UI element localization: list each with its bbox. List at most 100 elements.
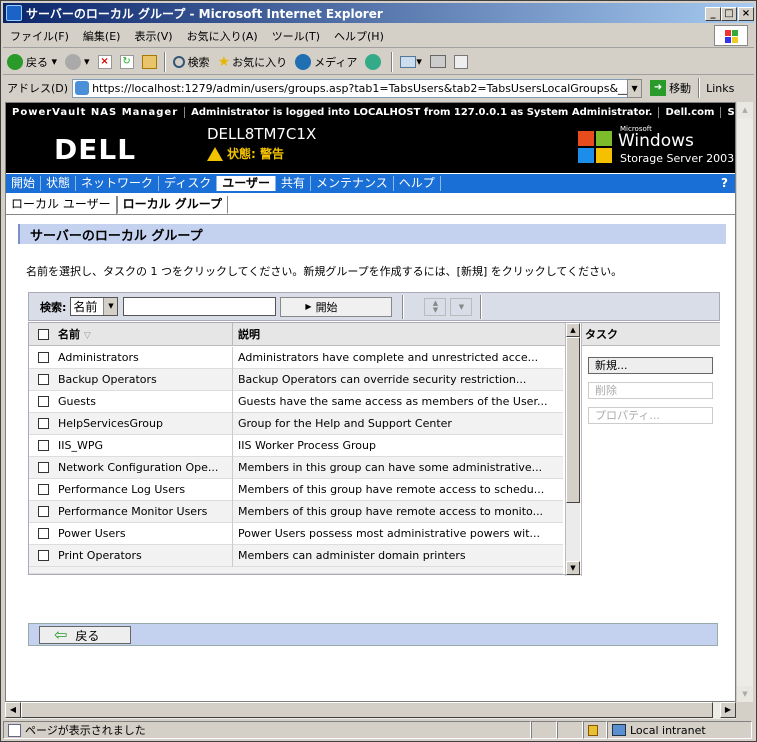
row-checkbox[interactable] [38,506,49,517]
menu-edit[interactable]: 編集(E) [76,28,128,44]
minimize-button[interactable]: _ [705,7,721,21]
table-row[interactable]: Administrators Administrators have comple… [29,346,563,369]
group-name[interactable]: Performance Monitor Users [58,500,233,523]
tab-users[interactable]: ユーザー [217,176,276,191]
table-row[interactable]: Power Users Power Users possess most admi… [29,522,563,545]
tab-disk[interactable]: ディスク [159,176,218,191]
search-input[interactable] [123,297,277,316]
row-checkbox[interactable] [38,484,49,495]
scroll-up-icon[interactable]: ▲ [566,323,580,337]
task-pane: タスク 新規... 削除 プロパティ... [581,323,720,576]
sort-down-button[interactable]: ▼ [450,297,473,316]
mail-button[interactable]: ▾ [396,51,426,73]
scroll-left-icon[interactable]: ◀ [5,702,21,718]
subtab-local-users[interactable]: ローカル ユーザー [6,196,117,214]
links-button[interactable]: Links [703,82,737,95]
table-row[interactable]: Network Configuration Ope... Members in t… [29,456,563,479]
table-row[interactable]: Print Operators Members can administer do… [29,544,563,567]
group-name[interactable]: Print Operators [58,544,233,567]
stop-button[interactable]: × [94,51,116,73]
column-header-name[interactable]: 名前 ▽ [58,322,233,346]
group-name[interactable]: Power Users [58,522,233,545]
close-button[interactable]: × [738,7,754,21]
table-header: 名前 ▽ 説明 [29,322,565,346]
group-name[interactable]: Performance Log Users [58,478,233,501]
tab-shares[interactable]: 共有 [276,176,311,191]
help-button[interactable]: ? [716,176,733,191]
table-row[interactable]: Performance Monitor Users Members of this… [29,500,563,523]
scroll-up-icon[interactable]: ▲ [737,102,753,118]
group-name[interactable]: Administrators [58,346,233,369]
group-name[interactable]: Network Configuration Ope... [58,456,233,479]
sort-up-button[interactable]: ▲ ▼ [424,297,447,316]
search-start-button[interactable]: ▶ 開始 [280,296,393,317]
forward-nav-button[interactable]: ▾ [61,51,94,73]
address-input[interactable]: https://localhost:1279/admin/users/group… [72,78,643,98]
row-checkbox[interactable] [38,418,49,429]
menu-view[interactable]: 表示(V) [127,28,179,44]
tab-network[interactable]: ネットワーク [76,176,160,191]
row-checkbox[interactable] [38,352,49,363]
scroll-right-icon[interactable]: ▶ [720,702,736,718]
tab-maintenance[interactable]: メンテナンス [311,176,394,191]
menu-file[interactable]: ファイル(F) [3,28,76,44]
media-button[interactable]: メディア [291,51,361,73]
favorites-button[interactable]: ★ お気に入り [214,51,292,73]
tab-start[interactable]: 開始 [6,176,42,191]
page-horizontal-scrollbar[interactable]: ◀ ▶ [5,702,736,719]
dell-com-link[interactable]: Dell.com [659,106,722,118]
search-field-select[interactable]: 名前 ▼ [70,297,119,316]
row-checkbox[interactable] [38,440,49,451]
search-button[interactable]: 検索 [169,51,214,73]
menu-tools[interactable]: ツール(T) [265,28,327,44]
address-bar: アドレス(D) https://localhost:1279/admin/use… [3,76,754,100]
home-button[interactable] [138,51,161,73]
scroll-down-icon[interactable]: ▼ [737,686,753,702]
properties-button[interactable]: プロパティ... [588,407,713,424]
group-name[interactable]: IIS_WPG [58,434,233,457]
page-vertical-scrollbar[interactable]: ▲ ▼ [736,102,753,702]
horizontal-scroll-thumb[interactable] [21,702,713,718]
select-all-checkbox[interactable] [38,328,49,340]
new-group-button[interactable]: 新規... [588,357,713,374]
table-row[interactable]: Backup Operators Backup Operators can ove… [29,368,563,391]
group-name[interactable]: Guests [58,390,233,413]
history-button[interactable] [361,51,388,73]
back-button[interactable]: ⇦ 戻る [39,626,131,644]
menu-favorites[interactable]: お気に入り(A) [180,28,265,44]
forward-arrow-icon [65,53,82,70]
table-row[interactable]: HelpServicesGroup Group for the Help and … [29,412,563,435]
scroll-thumb[interactable] [566,337,580,503]
table-scrollbar[interactable]: ▲ ▼ [565,323,580,576]
group-name[interactable]: Backup Operators [58,368,233,391]
maximize-button[interactable]: □ [721,7,737,21]
refresh-button[interactable]: ↻ [116,51,138,73]
table-row[interactable] [29,567,563,574]
dell-logo: DELL [54,133,137,166]
address-label: アドレス(D) [7,82,69,95]
table-row[interactable]: Guests Guests have the same access as mem… [29,390,563,413]
subtab-local-groups[interactable]: ローカル グループ [116,196,229,214]
row-checkbox[interactable] [38,374,49,385]
row-checkbox[interactable] [38,528,49,539]
row-checkbox[interactable] [38,462,49,473]
support-dell-link[interactable]: Support.Dell [721,107,735,118]
row-checkbox[interactable] [38,396,49,407]
edit-button[interactable] [450,51,472,73]
go-button[interactable]: ➜ 移動 [646,77,695,99]
row-checkbox[interactable] [38,550,49,561]
delete-group-button[interactable]: 削除 [588,382,713,399]
menu-bar: ファイル(F) 編集(E) 表示(V) お気に入り(A) ツール(T) ヘルプ(… [3,24,754,48]
table-row[interactable]: IIS_WPG IIS Worker Process Group [29,434,563,457]
print-button[interactable] [426,51,450,73]
group-name[interactable]: HelpServicesGroup [58,412,233,435]
tab-help[interactable]: ヘルプ [394,176,441,191]
tab-status[interactable]: 状態 [41,176,77,191]
column-header-desc[interactable]: 説明 [233,326,260,342]
menu-help[interactable]: ヘルプ(H) [327,28,391,44]
warning-icon [207,146,223,161]
back-nav-button[interactable]: 戻る ▾ [3,51,61,73]
scroll-down-icon[interactable]: ▼ [566,561,580,575]
address-dropdown-button[interactable]: ▼ [627,78,643,98]
table-row[interactable]: Performance Log Users Members of this gro… [29,478,563,501]
